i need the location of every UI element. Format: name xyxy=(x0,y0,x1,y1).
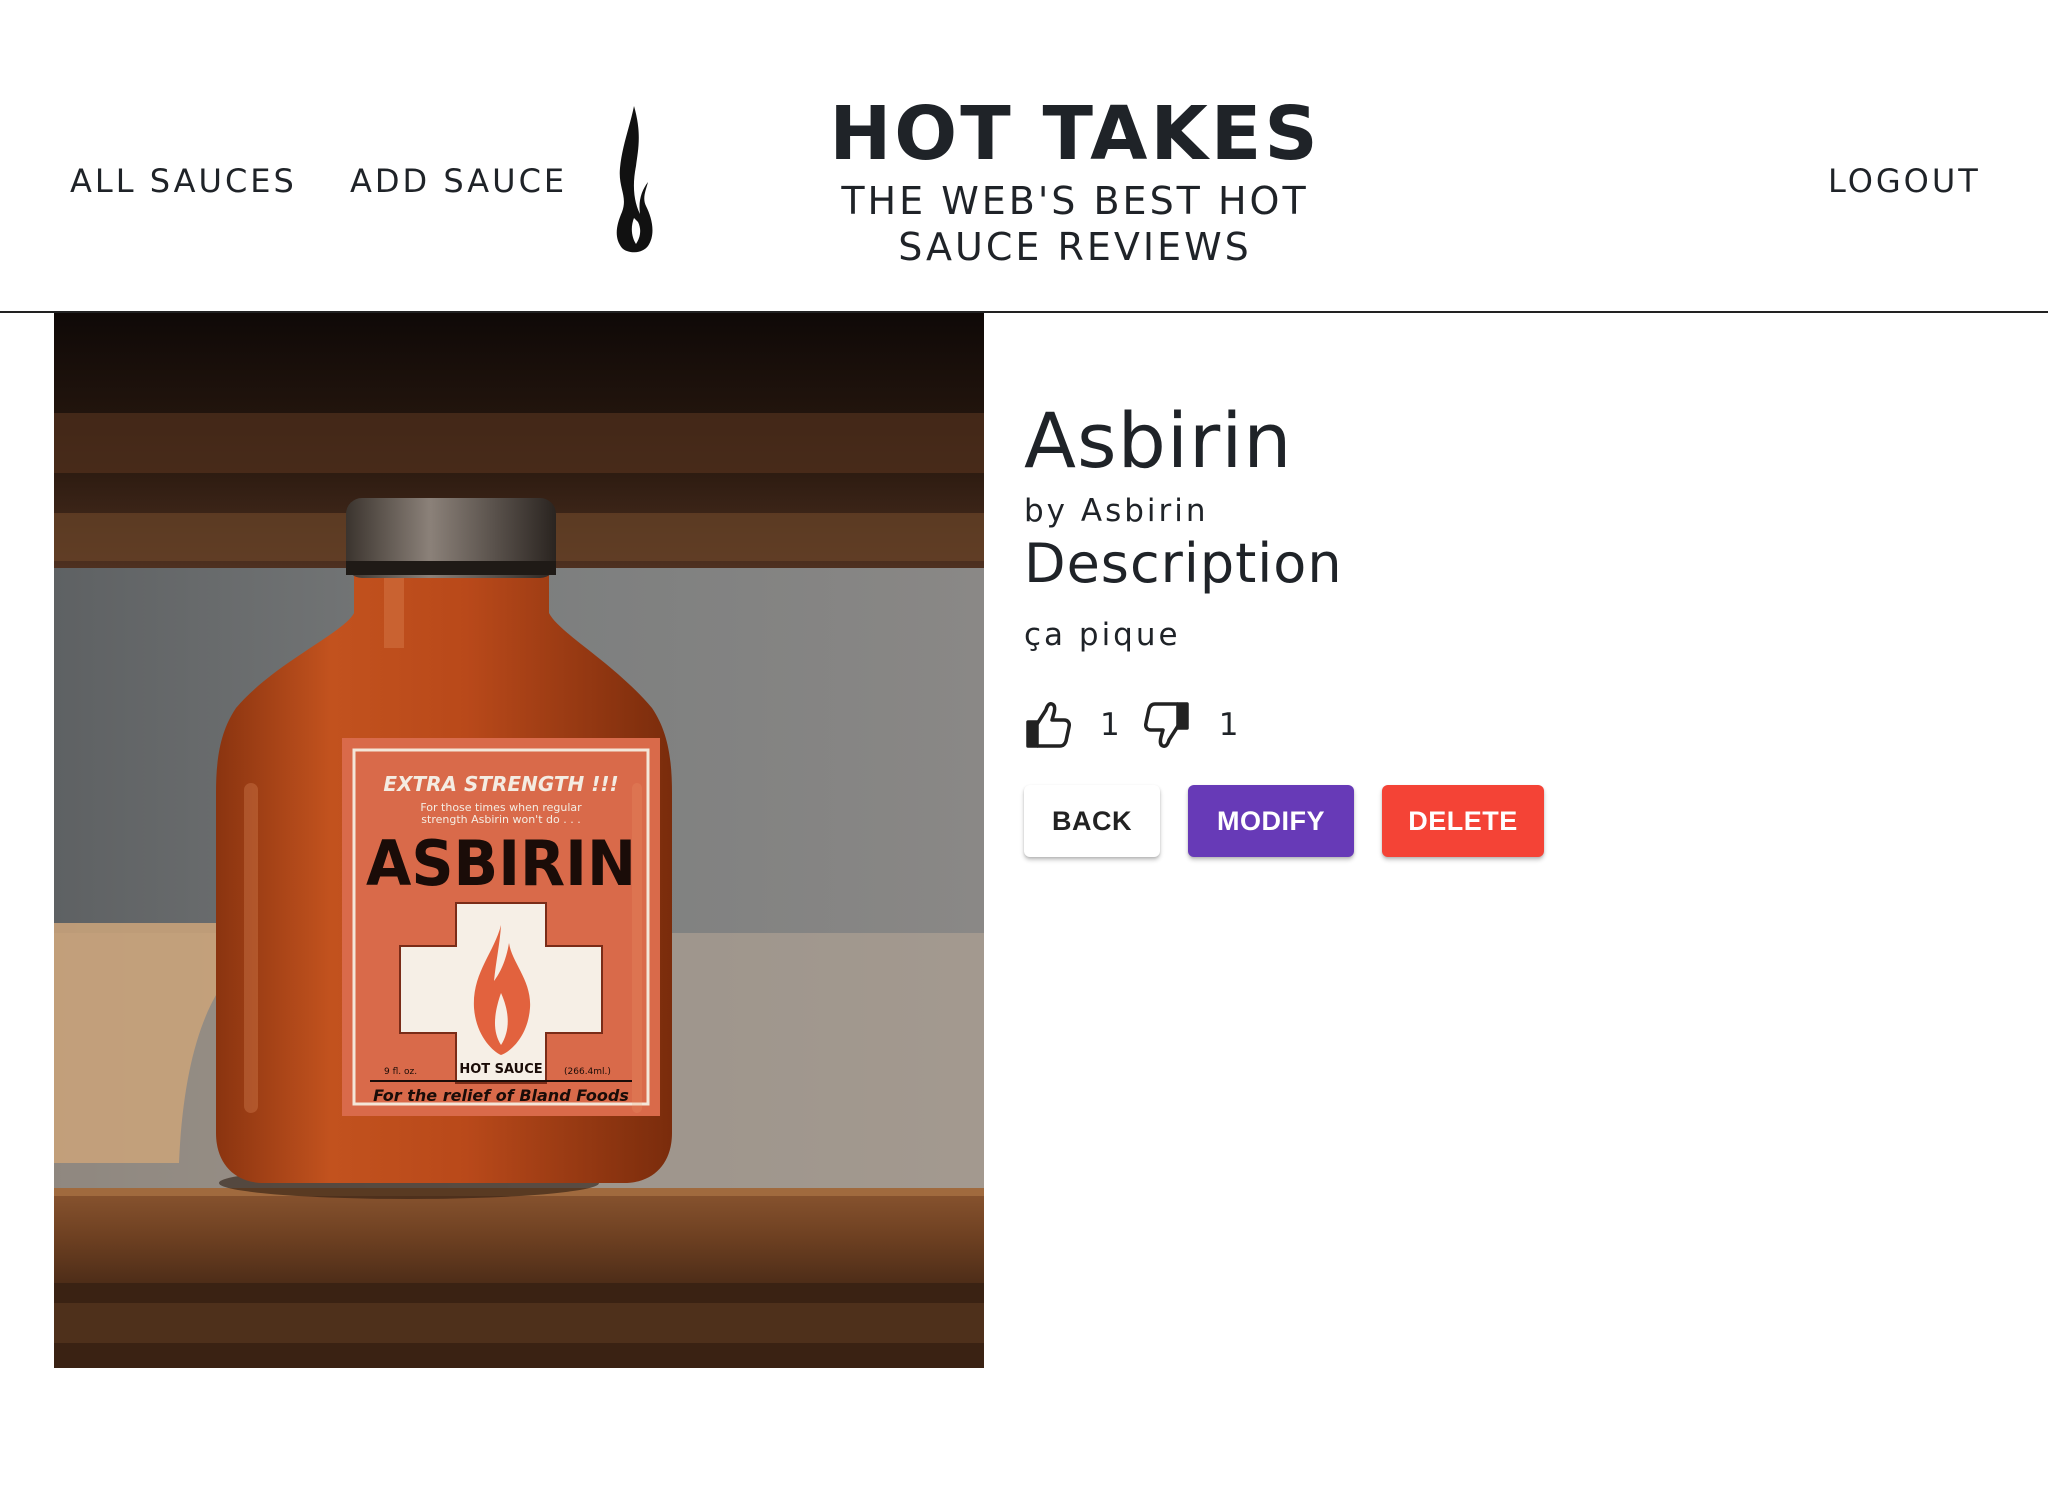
label-volume-oz: 9 fl. oz. xyxy=(384,1067,417,1077)
label-brand: ASBIRIN xyxy=(366,827,636,900)
sauce-manufacturer: by Asbirin xyxy=(1024,493,1209,529)
site-header: ALL SAUCES ADD SAUCE HOT TAKES THE WEB'S… xyxy=(0,0,2048,313)
description-text: ça pique xyxy=(1024,617,1181,653)
sauce-details: Asbirin by Asbirin Description ça pique … xyxy=(1024,395,1984,857)
thumbs-up-icon[interactable] xyxy=(1024,700,1072,750)
flame-icon xyxy=(616,106,653,253)
modify-button[interactable]: MODIFY xyxy=(1188,785,1354,857)
votes: 1 1 xyxy=(1024,695,1984,755)
sauce-image: EXTRA STRENGTH !!! For those times when … xyxy=(54,313,984,1368)
label-subline-2: strength Asbirin won't do . . . xyxy=(421,813,580,826)
sauce-name: Asbirin xyxy=(1024,396,1293,485)
action-buttons: BACK MODIFY DELETE xyxy=(1024,785,1984,857)
brand-subtitle: THE WEB'S BEST HOT SAUCE REVIEWS xyxy=(841,179,1309,269)
delete-button[interactable]: DELETE xyxy=(1382,785,1544,857)
logout-link[interactable]: LOGOUT xyxy=(1828,162,1981,200)
nav-all-sauces-link[interactable]: ALL SAUCES xyxy=(70,162,297,200)
brand-title[interactable]: HOT TAKES xyxy=(700,90,1450,178)
label-volume-ml: (266.4ml.) xyxy=(564,1067,611,1077)
description-heading: Description xyxy=(1024,532,1343,595)
back-button[interactable]: BACK xyxy=(1024,785,1160,857)
label-hot-sauce: HOT SAUCE xyxy=(459,1062,542,1077)
label-footer: For the relief of Bland Foods xyxy=(373,1086,629,1105)
brand: HOT TAKES THE WEB'S BEST HOT SAUCE REVIE… xyxy=(700,90,1450,270)
label-tagline: EXTRA STRENGTH !!! xyxy=(383,772,618,796)
likes-count: 1 xyxy=(1100,707,1121,743)
dislikes-count: 1 xyxy=(1218,707,1240,743)
nav-add-sauce-link[interactable]: ADD SAUCE xyxy=(350,162,567,200)
thumbs-down-icon[interactable] xyxy=(1143,700,1191,750)
